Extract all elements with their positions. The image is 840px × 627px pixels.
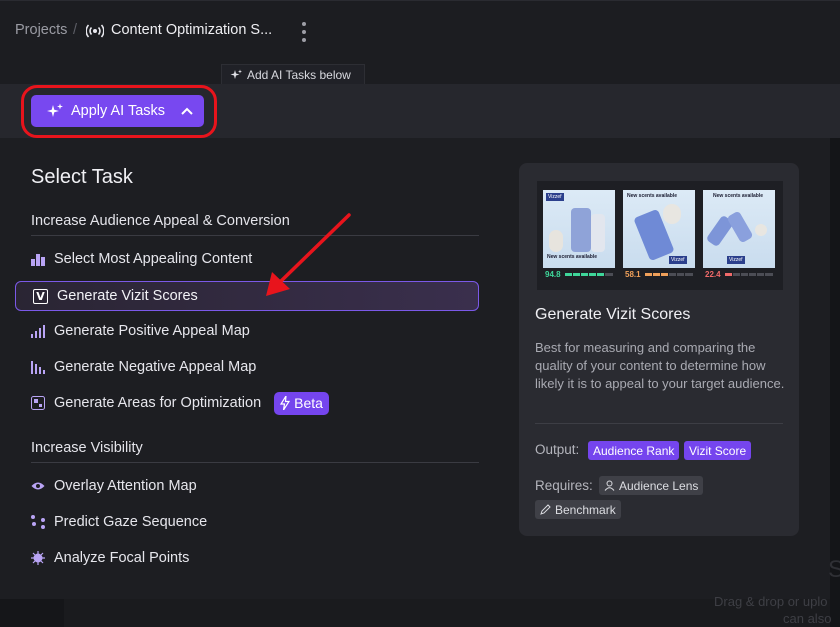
gaze-sequence-icon: [31, 515, 45, 529]
annotation-arrow: [266, 213, 351, 296]
task-label: Analyze Focal Points: [54, 550, 190, 566]
background-edge: [830, 138, 840, 627]
background-strip: [0, 599, 830, 627]
beta-badge: Beta: [274, 391, 329, 415]
requires-badge-audience-lens: Audience Lens: [599, 476, 704, 495]
apply-ai-tasks-button[interactable]: Apply AI Tasks: [31, 95, 204, 127]
task-generate-vizit-scores[interactable]: V Generate Vizit Scores: [15, 281, 479, 311]
task-label: Generate Areas for Optimization: [54, 395, 262, 411]
header-band: [0, 62, 840, 84]
task-label: Overlay Attention Map: [54, 478, 197, 494]
bar-chart-up-icon: [31, 324, 45, 338]
breadcrumb-separator: /: [73, 22, 78, 38]
person-icon: [604, 480, 615, 491]
broadcast-icon: [86, 23, 104, 39]
eye-icon: [31, 479, 45, 493]
task-negative-appeal-map[interactable]: Generate Negative Appeal Map: [31, 356, 256, 378]
breadcrumb-project-title[interactable]: Content Optimization S...: [111, 22, 272, 38]
task-label: Select Most Appealing Content: [54, 251, 253, 267]
background-upload-text-2: can also: [783, 611, 832, 626]
breadcrumb-projects[interactable]: Projects: [15, 22, 67, 38]
beta-label: Beta: [294, 395, 323, 411]
task-label: Generate Negative Appeal Map: [54, 359, 257, 375]
apply-ai-tasks-label: Apply AI Tasks: [71, 103, 166, 119]
background-fragment: S: [828, 556, 840, 583]
podium-icon: [31, 252, 45, 266]
preview-score: 58.1: [625, 270, 693, 279]
sparkle-icon: [47, 103, 63, 119]
bar-chart-down-icon: [31, 360, 45, 374]
task-positive-appeal-map[interactable]: Generate Positive Appeal Map: [31, 320, 250, 342]
chevron-up-icon: [181, 107, 193, 115]
output-badge-audience-rank: Audience Rank: [588, 441, 680, 460]
vizit-v-icon: V: [33, 288, 48, 304]
sparkle-icon: [230, 69, 242, 81]
pencil-icon: [540, 504, 551, 515]
task-label: Predict Gaze Sequence: [54, 514, 208, 530]
task-overlay-attention-map[interactable]: Overlay Attention Map: [31, 475, 197, 497]
preview-thumbnail: Vizzef New scents available: [543, 190, 615, 268]
more-options-icon[interactable]: [298, 22, 310, 42]
section-divider: [31, 235, 479, 236]
preview-thumbnail: New scents available Vizzef: [623, 190, 695, 268]
detail-title: Generate Vizit Scores: [535, 306, 691, 323]
section-heading-appeal: Increase Audience Appeal & Conversion: [31, 213, 290, 229]
detail-description: Best for measuring and comparing the qua…: [535, 340, 785, 391]
task-analyze-focal-points[interactable]: Analyze Focal Points: [31, 547, 189, 569]
hint-text: Add AI Tasks below: [247, 68, 351, 82]
panel-title: Select Task: [31, 166, 133, 188]
requires-badge-benchmark: Benchmark: [535, 500, 621, 519]
task-areas-for-optimization[interactable]: Generate Areas for Optimization Beta: [31, 391, 329, 415]
background-upload-text: Drag & drop or uplo: [714, 594, 828, 609]
preview-thumbnail: New scents available Vizzef: [703, 190, 775, 268]
section-divider: [31, 462, 479, 463]
add-ai-tasks-hint: Add AI Tasks below: [221, 64, 365, 85]
task-select-most-appealing[interactable]: Select Most Appealing Content: [31, 248, 252, 270]
section-heading-visibility: Increase Visibility: [31, 440, 143, 456]
task-predict-gaze-sequence[interactable]: Predict Gaze Sequence: [31, 511, 207, 533]
output-label: Output:: [535, 442, 580, 457]
output-badge-vizit-score: Vizit Score: [684, 441, 752, 460]
detail-divider: [535, 423, 783, 424]
preview-score: 22.4: [705, 270, 773, 279]
task-label: Generate Vizit Scores: [57, 288, 198, 304]
focal-point-icon: [31, 551, 45, 565]
task-label: Generate Positive Appeal Map: [54, 323, 250, 339]
requires-label: Requires:: [535, 478, 593, 493]
optimization-icon: [31, 396, 45, 410]
preview-score: 94.8: [545, 270, 613, 279]
lightning-icon: [280, 396, 291, 410]
